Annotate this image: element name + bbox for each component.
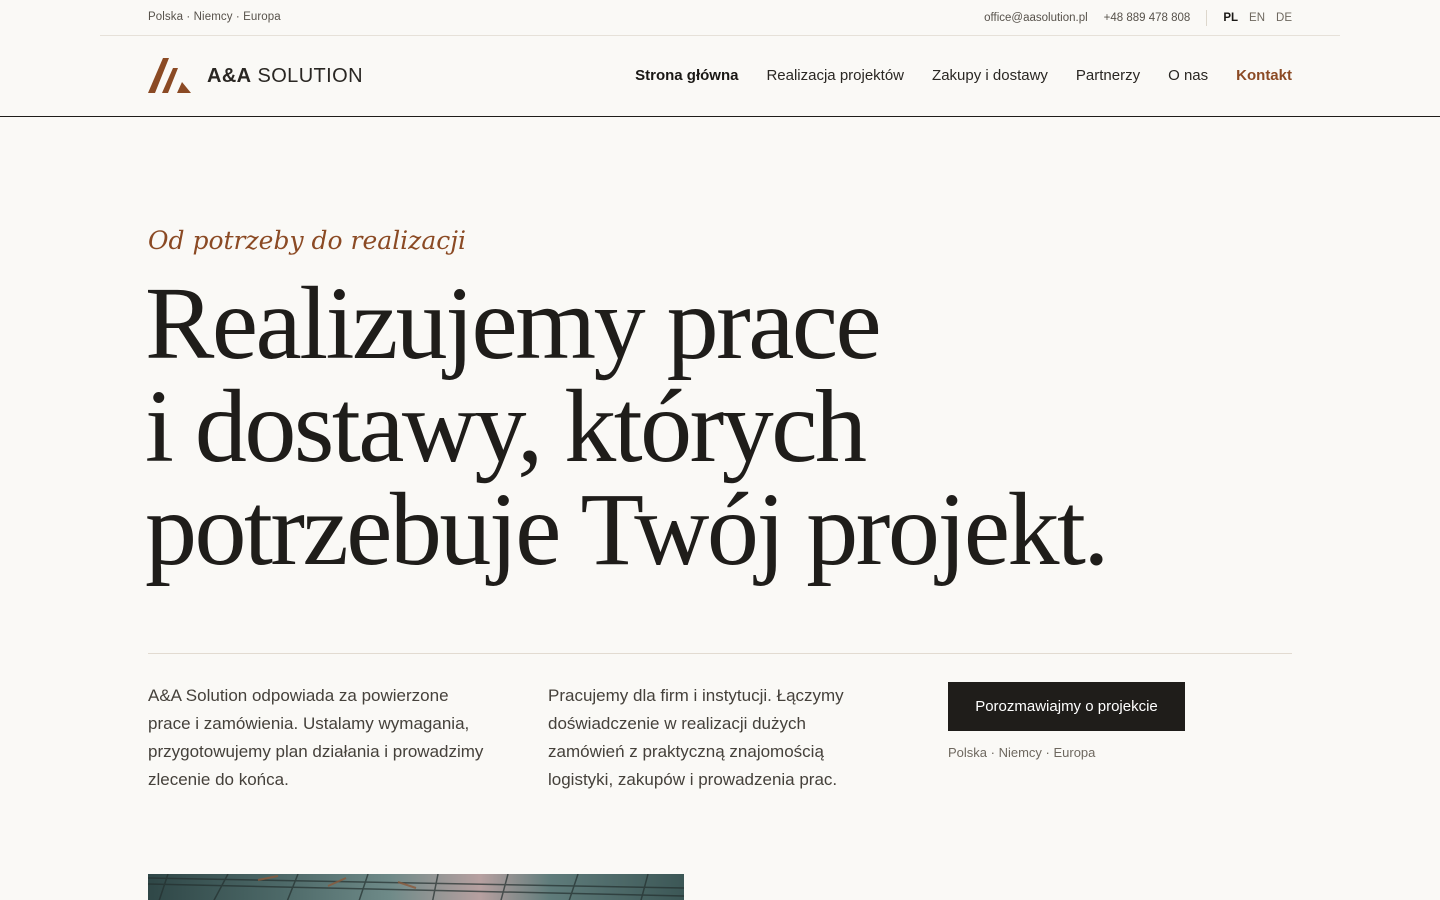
divider: [1206, 10, 1208, 26]
headline-line: i dostawy, których: [145, 369, 867, 484]
nav-item-procurement[interactable]: Zakupy i dostawy: [932, 67, 1048, 84]
cta-regions: Polska · Niemcy · Europa: [948, 745, 1096, 760]
nav-item-projects[interactable]: Realizacja projektów: [766, 67, 904, 84]
hero-description-1: A&A Solution odpowiada za powierzone pra…: [148, 686, 484, 789]
section-divider: [148, 653, 1292, 654]
brand-name-rest: SOLUTION: [251, 64, 363, 87]
regions-text: Polska · Niemcy · Europa: [148, 11, 281, 23]
phone-link[interactable]: +48 889 478 808: [1104, 12, 1191, 24]
brand-logo[interactable]: A&A SOLUTION: [148, 58, 363, 94]
nav-item-home[interactable]: Strona główna: [635, 67, 738, 84]
email-link[interactable]: office@aasolution.pl: [984, 12, 1088, 24]
language-de[interactable]: DE: [1276, 12, 1292, 24]
language-pl[interactable]: PL: [1223, 12, 1238, 24]
hero-description-2: Pracujemy dla firm i instytucji. Łączymy…: [548, 686, 844, 789]
top-contact-area: office@aasolution.pl +48 889 478 808 PL …: [984, 10, 1292, 26]
hero-headline: Realizujemy prace i dostawy, których pot…: [145, 266, 1325, 587]
contact-cta-button[interactable]: Porozmawiajmy o projekcie: [948, 682, 1185, 731]
nav-item-about[interactable]: O nas: [1168, 67, 1208, 84]
headline-line: potrzebuje Twój projekt.: [145, 472, 1109, 587]
main-nav: Strona główna Realizacja projektów Zakup…: [635, 67, 1292, 84]
headline-line: Realizujemy prace: [145, 266, 882, 381]
nav-item-contact[interactable]: Kontakt: [1236, 67, 1292, 84]
hero-eyebrow: Od potrzeby do realizacji: [148, 226, 467, 255]
nav-item-partners[interactable]: Partnerzy: [1076, 67, 1140, 84]
peaks-logo-icon: [148, 58, 192, 94]
rebar-photo: [148, 874, 684, 900]
brand-name-bold: A&A: [207, 64, 252, 87]
language-en[interactable]: EN: [1249, 12, 1265, 24]
top-utility-bar: Polska · Niemcy · Europa office@aasoluti…: [100, 0, 1340, 36]
brand-name: A&A SOLUTION: [207, 65, 363, 88]
site-header: A&A SOLUTION Strona główna Realizacja pr…: [0, 36, 1440, 117]
